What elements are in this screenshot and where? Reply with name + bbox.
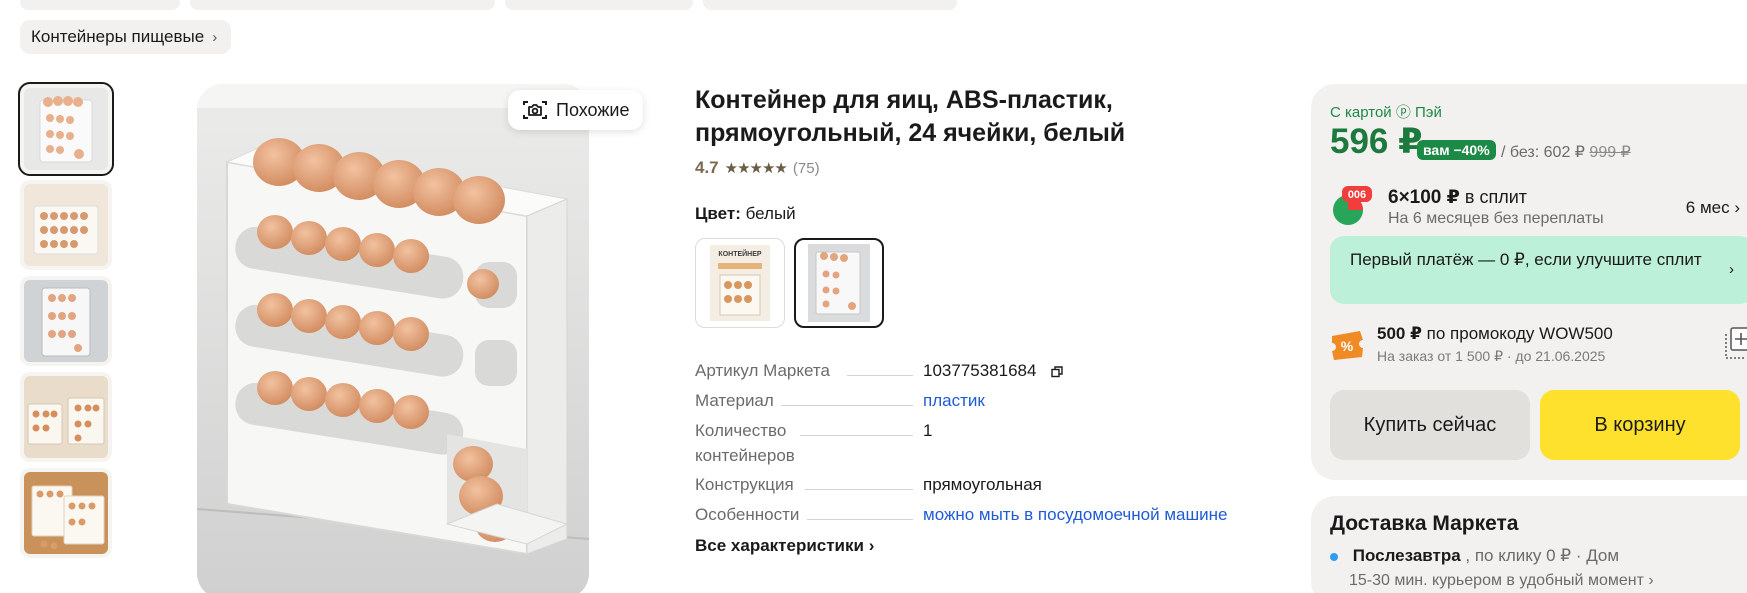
promo-code-row: % 500 ₽ по промокоду WOW500 На заказ от …	[1330, 324, 1747, 368]
split-subtitle: На 6 месяцев без переплаты	[1388, 210, 1604, 227]
egg-container-image	[24, 88, 108, 170]
promo-text: по промокоду WOW500	[1426, 324, 1613, 343]
chevron-right-icon: ›	[1734, 198, 1740, 217]
similar-products-button[interactable]: Похожие	[508, 90, 644, 130]
split-pie-icon: 006	[1333, 186, 1372, 225]
promo-ticket-icon: %	[1332, 331, 1363, 360]
delivery-title: Доставка Маркета	[1330, 512, 1519, 535]
chevron-right-icon: ›	[1729, 261, 1734, 278]
egg-container-image	[24, 184, 108, 266]
status-dot-icon	[1330, 552, 1338, 561]
spec-key: Материал	[695, 391, 774, 410]
spec-key: Конструкция	[695, 475, 794, 494]
split-suffix: в сплит	[1464, 187, 1528, 207]
reviews-count: (75)	[792, 159, 820, 177]
delivery-courier-link[interactable]: 15-30 мин. курьером в удобный момент ›	[1349, 572, 1654, 590]
spec-dots	[800, 435, 913, 436]
thumbnail-3[interactable]	[20, 276, 112, 366]
pay-card-label: С картой ⓟ Пэй	[1330, 104, 1442, 121]
split-amount: 6×100 ₽	[1388, 187, 1460, 208]
product-white-image	[808, 244, 870, 322]
chevron-right-icon: ›	[868, 536, 875, 555]
category-chip[interactable]	[505, 0, 693, 10]
egg-container-image	[197, 84, 589, 593]
spec-key: Особенности	[695, 505, 800, 524]
thumbnail-2[interactable]	[20, 180, 112, 270]
category-chip[interactable]	[190, 0, 495, 10]
spec-value-link[interactable]: можно мыть в посудомоечной машине	[923, 502, 1227, 527]
color-value: белый	[745, 204, 796, 223]
rating-stars-icon: ★★★★★	[724, 160, 788, 177]
split-payment-row[interactable]: 006 6×100 ₽ в сплит На 6 месяцев без пер…	[1330, 180, 1747, 230]
spec-dots	[847, 375, 913, 376]
product-rating[interactable]: 4.7 ★★★★★ (75)	[695, 158, 820, 178]
promo-title: 500 ₽ по промокоду WOW500	[1377, 324, 1613, 344]
delivery-option-details: , по клику 0 ₽ · Дом	[1465, 546, 1620, 565]
product-package-image: КОНТЕЙНЕР	[710, 245, 770, 321]
category-chip[interactable]	[20, 0, 180, 10]
top-category-chips	[20, 0, 957, 10]
price-with-card: 596 ₽	[1330, 122, 1423, 161]
add-to-cart-button[interactable]: В корзину	[1540, 390, 1740, 460]
egg-container-image	[24, 376, 108, 458]
promo-amount: 500 ₽	[1377, 324, 1422, 343]
spec-dots	[805, 489, 913, 490]
delivery-courier-text: 15-30 мин. курьером в удобный момент	[1349, 572, 1644, 589]
thumbnail-4[interactable]	[20, 372, 112, 462]
egg-container-image	[24, 280, 108, 362]
spec-key: Артикул Маркета	[695, 361, 830, 380]
buy-now-button[interactable]: Купить сейчас	[1330, 390, 1530, 460]
spec-dots	[781, 405, 913, 406]
color-swatch-1[interactable]: КОНТЕЙНЕР	[695, 238, 785, 328]
delivery-option-name: Послезавтра	[1352, 546, 1461, 565]
spec-value: прямоугольная	[923, 475, 1042, 494]
discount-badge: вам −40%	[1417, 140, 1496, 160]
delivery-card: Доставка Маркета Послезавтра , по клику …	[1311, 496, 1747, 593]
color-swatch-2-selected[interactable]	[794, 238, 884, 328]
all-specs-link[interactable]: Все характеристики ›	[695, 536, 874, 556]
split-term-selector[interactable]: 6 мес ›	[1686, 198, 1740, 218]
rating-score: 4.7	[695, 158, 719, 177]
chevron-right-icon: ›	[212, 28, 218, 46]
add-promo-icon[interactable]	[1723, 326, 1747, 360]
spec-value-article: 103775381684	[923, 358, 1063, 383]
split-badge: 006	[1348, 189, 1366, 201]
color-label: Цвет: белый	[695, 204, 796, 224]
first-payment-banner[interactable]: Первый платёж — 0 ₽, если улучшите сплит…	[1330, 236, 1747, 304]
price-without-label: / без: 602 ₽	[1501, 144, 1585, 161]
first-payment-text: Первый платёж — 0 ₽, если улучшите сплит	[1350, 250, 1702, 269]
promo-subtitle: На заказ от 1 500 ₽ · до 21.06.2025	[1377, 348, 1606, 364]
chevron-right-icon: ›	[1648, 572, 1654, 589]
buy-card: С картой ⓟ Пэй 596 ₽ вам −40% / без: 602…	[1311, 84, 1747, 480]
spec-value: 103775381684	[923, 361, 1037, 380]
old-price: 999 ₽	[1589, 144, 1631, 161]
split-title: 6×100 ₽ в сплит	[1388, 186, 1527, 209]
thumbnail-1[interactable]	[18, 82, 114, 176]
product-main-image[interactable]	[197, 84, 589, 593]
breadcrumb-label: Контейнеры пищевые	[31, 27, 205, 46]
swatch-package-text: КОНТЕЙНЕР	[718, 249, 761, 258]
spec-value-link[interactable]: пластик	[923, 388, 985, 413]
delivery-option[interactable]: Послезавтра , по клику 0 ₽ · Дом	[1330, 546, 1619, 566]
breadcrumb-category-chip[interactable]: Контейнеры пищевые ›	[20, 20, 232, 54]
price-without-card: / без: 602 ₽ 999 ₽	[1501, 142, 1631, 162]
color-label-key: Цвет:	[695, 204, 741, 223]
camera-search-icon	[523, 101, 547, 119]
split-term-label: 6 мес	[1685, 198, 1730, 217]
copy-icon[interactable]	[1051, 365, 1063, 378]
spec-dots	[807, 519, 913, 520]
egg-container-image	[24, 472, 108, 554]
spec-value: 1	[923, 421, 933, 440]
svg-text:%: %	[1341, 338, 1354, 354]
product-title: Контейнер для яиц, ABS-пластик, прямоуго…	[695, 86, 1126, 147]
similar-products-label: Похожие	[556, 99, 630, 120]
all-specs-label: Все характеристики	[695, 536, 864, 555]
spec-key: Количество контейнеров	[695, 421, 795, 465]
category-chip[interactable]	[703, 0, 957, 10]
thumbnail-5[interactable]	[20, 468, 112, 558]
